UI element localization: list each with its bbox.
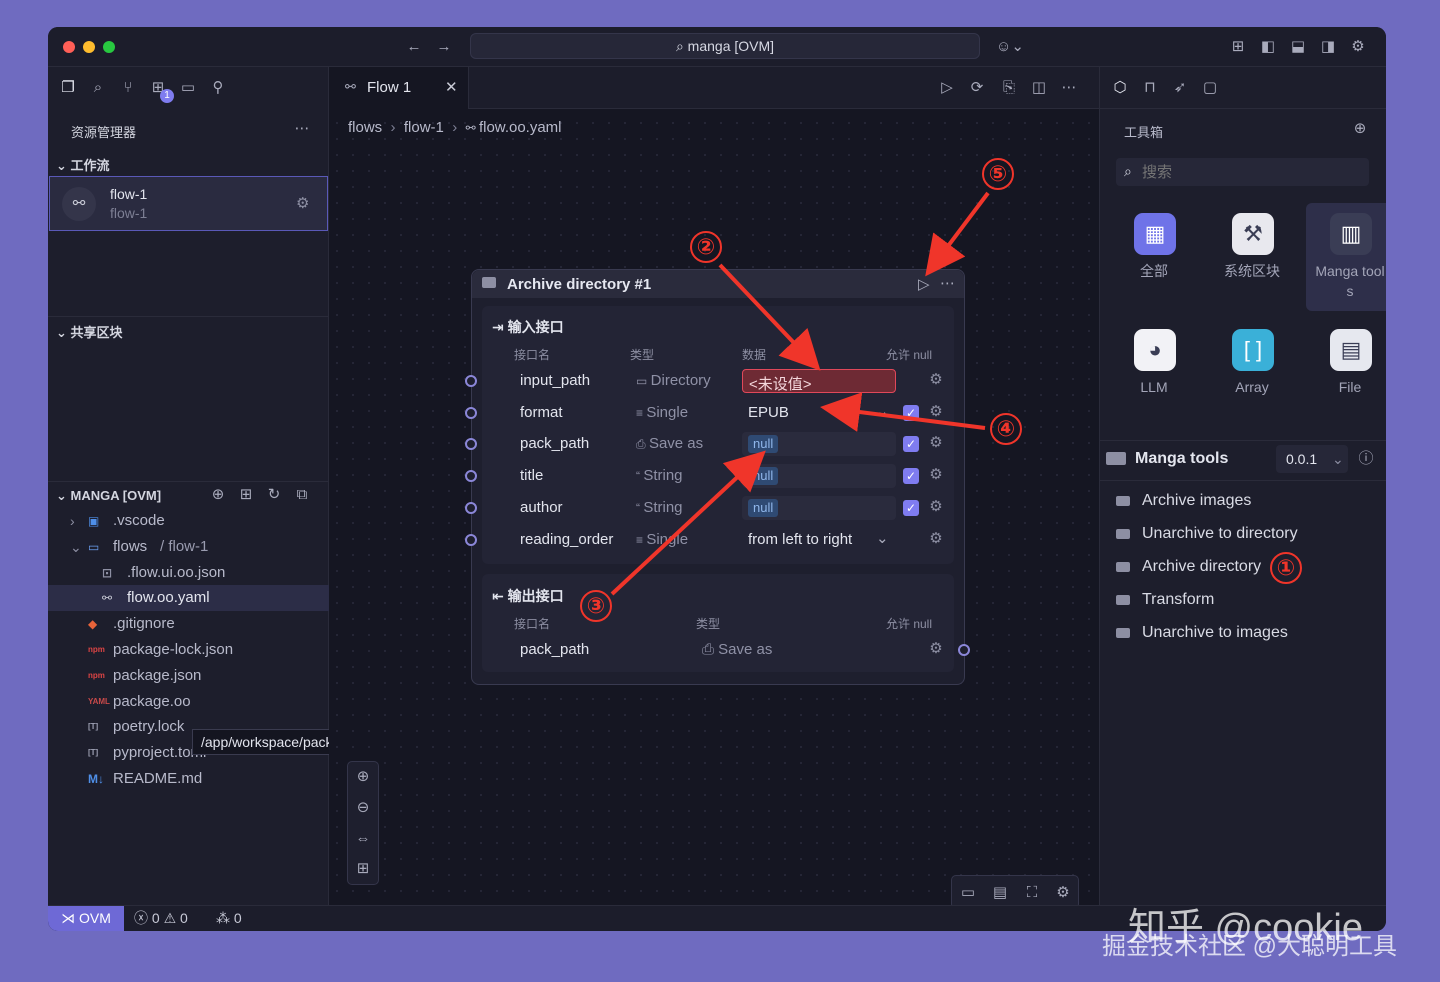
annotation-1: ① <box>1270 552 1302 584</box>
annotation-2: ② <box>690 231 722 263</box>
arrow-2 <box>718 263 821 371</box>
arrow-4 <box>820 392 986 432</box>
annotation-arrows <box>610 191 990 596</box>
annotation-3: ③ <box>580 590 612 622</box>
watermark-line2: 掘金技术社区 @大聪明工具 <box>1102 933 1398 960</box>
arrow-5 <box>925 191 990 277</box>
annotation-5: ⑤ <box>982 158 1014 190</box>
annotation-4: ④ <box>990 413 1022 445</box>
arrow-3 <box>610 450 766 596</box>
